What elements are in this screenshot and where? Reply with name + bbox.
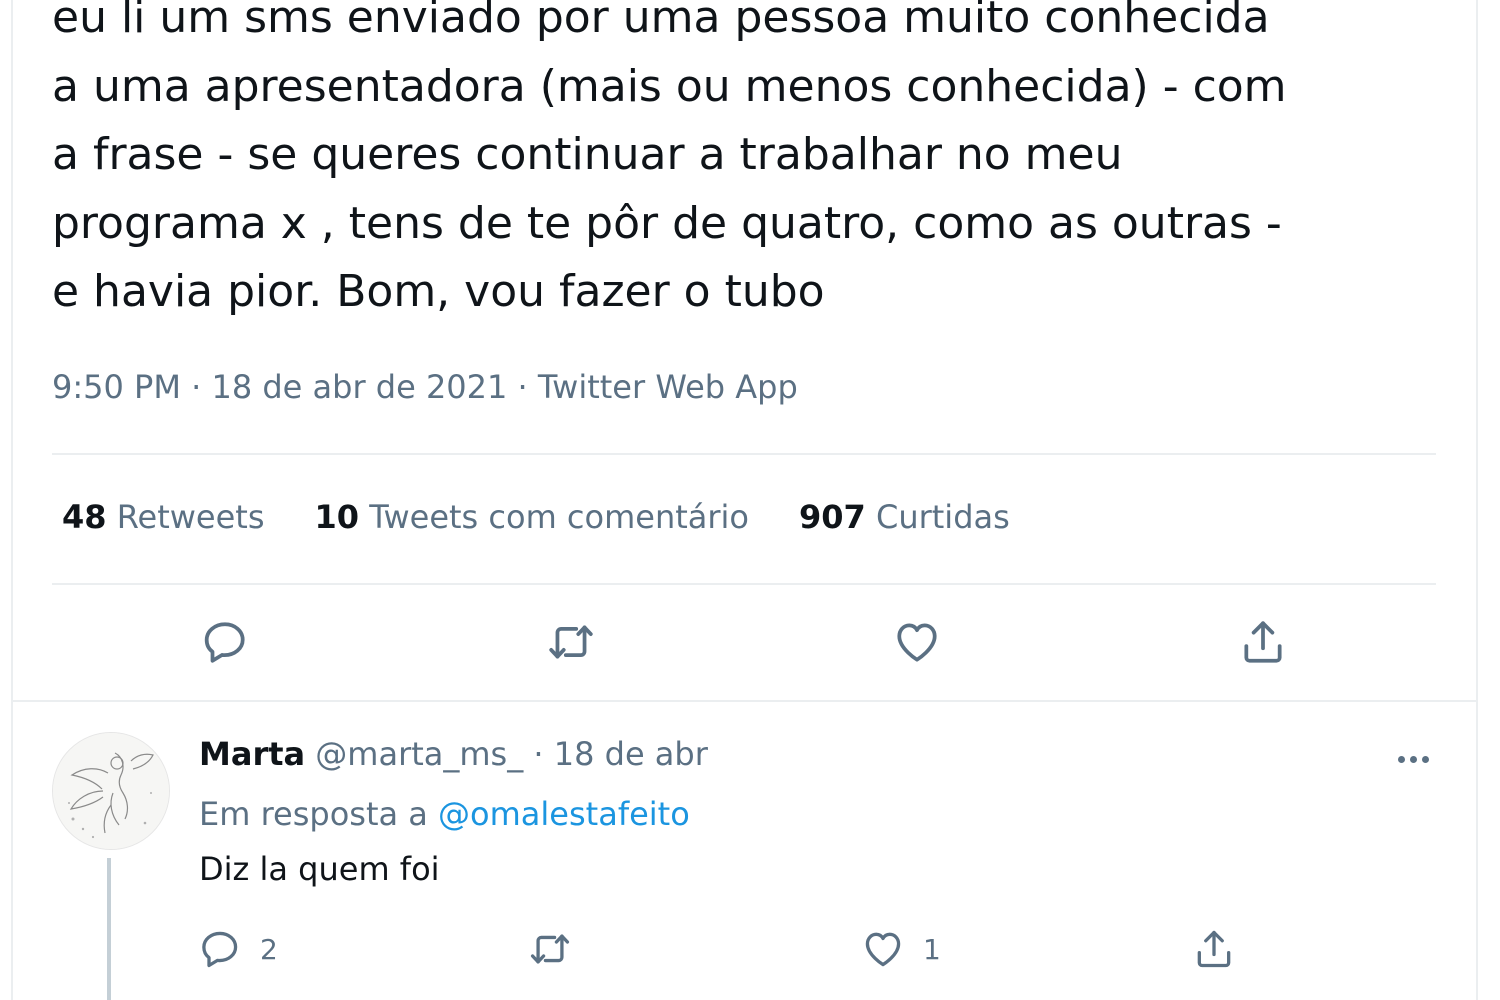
quotes-count: 10 [314,498,360,536]
retweet-button[interactable] [541,612,601,672]
meta-separator: · [507,368,538,406]
like-icon [865,932,901,967]
share-button[interactable] [1233,612,1293,672]
quotes-label: Tweets com comentário [369,498,749,536]
tweet-text-line: a uma apresentadora (mais ou menos conhe… [52,60,1287,112]
meta-separator: · [533,735,544,773]
share-icon [1197,930,1231,968]
retweets-count: 48 [62,498,107,536]
tweet-text-line: programa x , tens de te pôr de quatro, c… [52,197,1282,249]
retweets-stat[interactable]: 48 Retweets [62,498,265,536]
reply-icon [202,931,238,968]
retweets-label: Retweets [116,498,265,536]
in-reply-to-label: Em resposta a [199,795,428,833]
tweet-text-line: e havia pior. Bom, vou fazer o tubo [52,266,825,317]
more-icon [1395,748,1431,767]
column-border-right [1476,0,1478,1000]
avatar[interactable] [52,732,170,850]
tweet-date[interactable]: 18 de abr de 2021 [211,368,507,406]
reply-count: 2 [260,932,278,966]
share-icon [1244,621,1282,663]
meta-separator: · [180,368,212,406]
reply-button[interactable] [195,612,255,672]
divider [52,453,1436,455]
likes-stat[interactable]: 907 Curtidas [799,498,1010,536]
reply-retweet-button[interactable] [528,922,590,976]
reply-date[interactable]: 18 de abr [554,735,708,773]
reply-like-button[interactable]: 1 [861,922,941,976]
reply-reply-button[interactable]: 2 [198,922,278,976]
quotes-stat[interactable]: 10 Tweets com comentário [315,498,750,536]
retweet-icon [530,934,570,964]
in-reply-to: Em resposta a @omalestafeito [199,795,690,833]
thread-line [107,858,111,1000]
reply-icon [204,622,245,663]
tweet-text: eu li um sms enviado por uma pessoa muit… [52,0,1452,327]
likes-count: 907 [799,498,866,536]
tweet-text-line: eu li um sms enviado por uma pessoa muit… [52,0,1270,43]
likes-label: Curtidas [875,498,1010,536]
reply-text: Diz la quem foi [199,850,440,888]
fairy-sketch-avatar-image [53,733,169,849]
like-count: 1 [923,932,941,966]
tweet-meta: 9:50 PM · 18 de abr de 2021 · Twitter We… [52,368,798,406]
column-border-left [11,0,13,1000]
tweet-text-line: a frase - se queres continuar a trabalha… [52,129,1123,180]
reply-share-button[interactable] [1192,922,1236,976]
more-options-button[interactable] [1388,735,1438,779]
divider [52,583,1436,585]
section-divider [11,700,1478,702]
tweet-stats: 48 Retweets 10 Tweets com comentário 907… [62,498,1010,536]
like-icon [897,623,937,662]
in-reply-to-handle[interactable]: @omalestafeito [438,795,690,833]
tweet-time[interactable]: 9:50 PM [52,368,181,406]
reply-author-handle[interactable]: @marta_ms_ [315,735,523,773]
retweet-icon [549,625,593,659]
reply-author-name[interactable]: Marta [199,735,305,773]
tweet-source[interactable]: Twitter Web App [538,368,798,406]
like-button[interactable] [887,612,947,672]
reply-header: Marta @marta_ms_ · 18 de abr [199,735,708,773]
tweet-detail-page: eu li um sms enviado por uma pessoa muit… [0,0,1500,1000]
